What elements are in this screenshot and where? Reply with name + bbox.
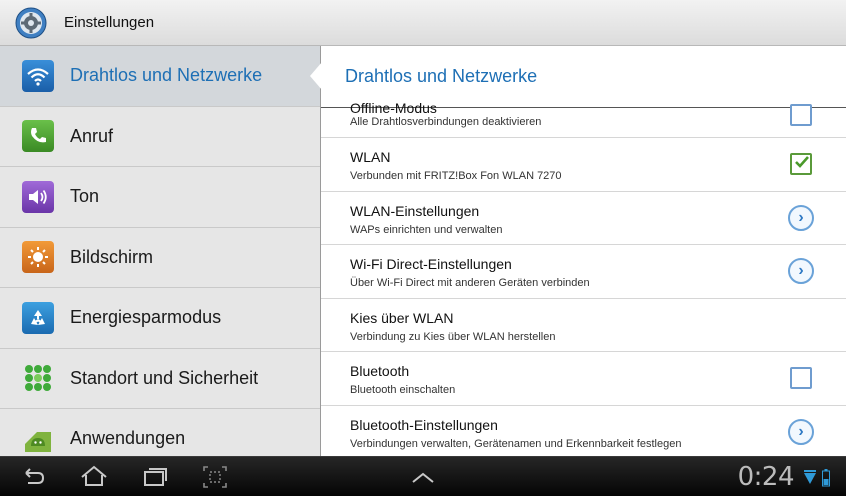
row-title: Bluetooth-Einstellungen xyxy=(350,416,498,433)
row-subtitle: Alle Drahtlosverbindungen deaktivieren xyxy=(350,116,542,128)
sidebar-item-label: Bildschirm xyxy=(70,246,154,267)
checkmark-icon xyxy=(795,156,809,168)
sidebar-item-call[interactable]: Anruf xyxy=(0,107,320,167)
selection-pointer xyxy=(310,62,322,90)
sidebar-item-label: Anwendungen xyxy=(70,428,186,449)
sidebar-item-location-security[interactable]: Standort und Sicherheit xyxy=(0,349,320,409)
location-grid-icon xyxy=(22,362,54,394)
speaker-icon xyxy=(22,180,54,213)
list-item-kies-wlan[interactable]: Kies über WLAN Verbindung zu Kies über W… xyxy=(321,299,846,352)
sidebar-item-display[interactable]: Bildschirm xyxy=(0,228,320,288)
home-icon[interactable] xyxy=(78,463,110,491)
brightness-icon xyxy=(22,241,54,274)
chevron-right-icon[interactable]: › xyxy=(788,418,814,445)
android-icon xyxy=(22,423,54,455)
bluetooth-checkbox[interactable] xyxy=(790,367,812,389)
screenshot-icon[interactable] xyxy=(200,463,232,491)
recent-apps-icon[interactable] xyxy=(140,463,172,491)
row-subtitle: Verbindung zu Kies über WLAN herstellen xyxy=(350,330,556,343)
system-nav-bar: 0:24 xyxy=(0,456,846,496)
row-subtitle: WAPs einrichten und verwalten xyxy=(350,223,503,236)
row-subtitle: Verbunden mit FRITZ!Box Fon WLAN 7270 xyxy=(350,170,562,182)
status-icons xyxy=(803,469,830,487)
chevron-right-icon[interactable]: › xyxy=(788,258,814,284)
gear-icon[interactable] xyxy=(14,6,48,40)
list-item-bluetooth[interactable]: Bluetooth Bluetooth einschalten xyxy=(321,352,846,406)
sidebar-item-applications[interactable]: Anwendungen xyxy=(0,409,320,456)
up-arrow-icon[interactable] xyxy=(408,463,440,491)
wifi-icon xyxy=(22,59,54,92)
wlan-checkbox[interactable] xyxy=(790,153,812,175)
row-title: Wi-Fi Direct-Einstellungen xyxy=(350,256,512,272)
offline-mode-checkbox[interactable] xyxy=(790,104,812,126)
sidebar-item-wireless[interactable]: Drahtlos und Netzwerke xyxy=(0,46,320,107)
recycle-icon xyxy=(22,301,54,334)
sidebar-item-label: Drahtlos und Netzwerke xyxy=(70,65,263,86)
chevron-right-icon[interactable]: › xyxy=(788,204,814,231)
row-title: WLAN xyxy=(350,149,391,165)
row-title: WLAN-Einstellungen xyxy=(350,202,480,219)
phone-icon xyxy=(22,120,54,153)
row-title: Offline-Modus xyxy=(350,100,437,116)
app-title: Einstellungen xyxy=(64,14,155,31)
sidebar-item-label: Anruf xyxy=(70,125,114,146)
list-item-wifi-direct[interactable]: Wi-Fi Direct-Einstellungen Über Wi-Fi Di… xyxy=(321,245,846,299)
row-subtitle: Über Wi-Fi Direct mit anderen Geräten ve… xyxy=(350,277,590,289)
sidebar-item-sound[interactable]: Ton xyxy=(0,167,320,228)
row-subtitle: Bluetooth einschalten xyxy=(350,384,456,396)
row-title: Kies über WLAN xyxy=(350,309,454,326)
status-clock: 0:24 xyxy=(737,462,795,492)
panel-title: Drahtlos und Netzwerke xyxy=(321,46,846,108)
sidebar-item-label: Ton xyxy=(70,186,100,207)
title-bar: Einstellungen xyxy=(0,0,846,46)
list-item-offline-mode[interactable]: Offline-Modus Alle Drahtlosverbindungen … xyxy=(321,100,846,138)
sidebar: Drahtlos und Netzwerke Anruf Ton Bildsch… xyxy=(0,46,320,456)
sidebar-item-power-saving[interactable]: Energiesparmodus xyxy=(0,288,320,349)
row-subtitle: Verbindungen verwalten, Gerätenamen und … xyxy=(350,437,682,450)
sidebar-item-label: Standort und Sicherheit xyxy=(70,367,259,388)
settings-list[interactable]: Offline-Modus Alle Drahtlosverbindungen … xyxy=(321,100,846,457)
wifi-signal-icon xyxy=(804,470,816,484)
sidebar-item-label: Energiesparmodus xyxy=(70,307,222,328)
row-title: Bluetooth xyxy=(350,363,410,379)
list-item-bluetooth-settings[interactable]: Bluetooth-Einstellungen Verbindungen ver… xyxy=(321,406,846,457)
settings-panel: Drahtlos und Netzwerke Offline-Modus All… xyxy=(320,46,846,456)
battery-icon xyxy=(822,469,830,487)
list-item-wlan[interactable]: WLAN Verbunden mit FRITZ!Box Fon WLAN 72… xyxy=(321,138,846,192)
list-item-wlan-settings[interactable]: WLAN-Einstellungen WAPs einrichten und v… xyxy=(321,192,846,245)
back-icon[interactable] xyxy=(20,463,52,491)
